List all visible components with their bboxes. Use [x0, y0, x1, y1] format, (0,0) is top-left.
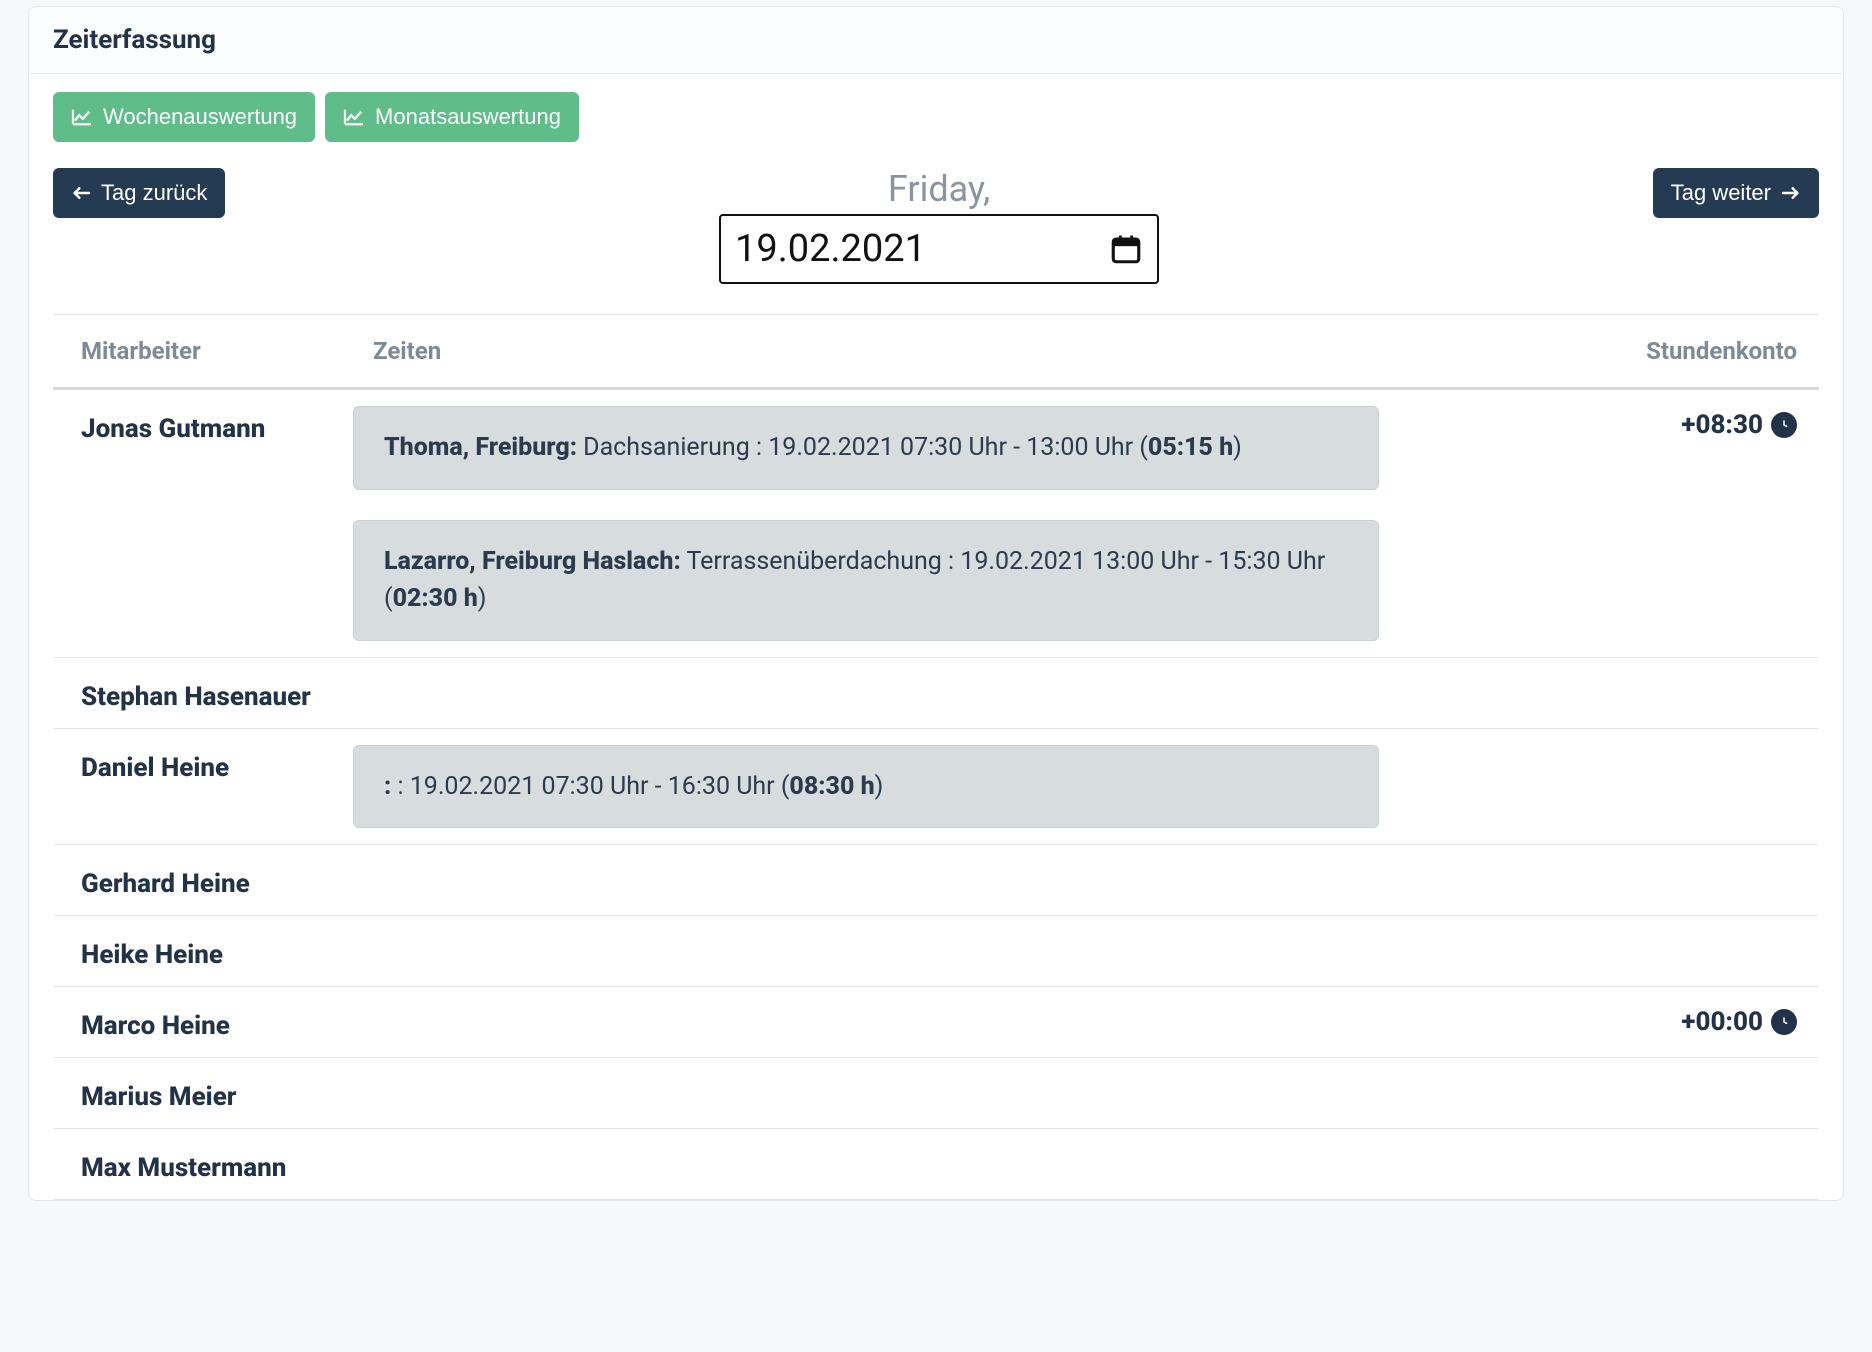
employee-times: Thoma, Freiburg: Dachsanierung : 19.02.2… [353, 406, 1579, 641]
hours-account [1579, 1145, 1819, 1149]
report-buttons: Wochenauswertung Monatsauswertung [53, 92, 1819, 142]
weekday-label: Friday, [888, 168, 990, 210]
employee-name: Daniel Heine [53, 745, 353, 783]
time-entry-tail: ) [1233, 433, 1242, 462]
weekly-report-button[interactable]: Wochenauswertung [53, 92, 315, 142]
hours-account [1579, 861, 1819, 865]
arrow-right-icon [1781, 185, 1801, 201]
table-row: Max Mustermann [53, 1129, 1819, 1200]
employee-times: : : 19.02.2021 07:30 Uhr - 16:30 Uhr (08… [353, 745, 1579, 829]
time-entry[interactable]: Thoma, Freiburg: Dachsanierung : 19.02.2… [353, 406, 1379, 490]
time-entry[interactable]: : : 19.02.2021 07:30 Uhr - 16:30 Uhr (08… [353, 745, 1379, 829]
time-entry-duration: 05:15 h [1148, 433, 1233, 462]
date-navigation: Tag zurück Friday, [53, 168, 1819, 284]
monthly-report-button[interactable]: Monatsauswertung [325, 92, 579, 142]
table-row: Gerhard Heine [53, 845, 1819, 916]
time-entry-location: Lazarro, Freiburg Haslach: [384, 547, 681, 576]
table-row: Marco Heine +00:00 [53, 987, 1819, 1058]
prev-day-label: Tag zurück [101, 180, 207, 206]
chart-line-icon [71, 108, 93, 126]
hours-account: +08:30 [1579, 406, 1819, 440]
next-day-button[interactable]: Tag weiter [1653, 168, 1819, 218]
clock-icon [1771, 412, 1797, 438]
employee-name: Stephan Hasenauer [53, 674, 353, 712]
hours-account-value: +08:30 [1681, 410, 1763, 440]
time-entry-tail: ) [478, 584, 487, 613]
hours-account [1579, 1074, 1819, 1078]
table-row: Marius Meier [53, 1058, 1819, 1129]
page-title: Zeiterfassung [53, 25, 1819, 55]
time-entry-location: Thoma, Freiburg: [384, 433, 577, 462]
col-header-times: Zeiten [353, 337, 1579, 365]
employee-name: Marius Meier [53, 1074, 353, 1112]
table-row: Jonas GutmannThoma, Freiburg: Dachsanier… [53, 390, 1819, 658]
weekly-report-label: Wochenauswertung [103, 104, 297, 130]
employee-name: Gerhard Heine [53, 861, 353, 899]
arrow-left-icon [71, 185, 91, 201]
time-entry[interactable]: Lazarro, Freiburg Haslach: Terrassenüber… [353, 520, 1379, 641]
monthly-report-label: Monatsauswertung [375, 104, 561, 130]
time-entry-desc: Dachsanierung : 19.02.2021 07:30 Uhr - 1… [577, 433, 1148, 462]
time-tracking-card: Zeiterfassung Wochenauswertung [28, 6, 1844, 1201]
time-entry-desc: : 19.02.2021 07:30 Uhr - 16:30 Uhr ( [391, 772, 789, 801]
employee-name: Heike Heine [53, 932, 353, 970]
next-day-label: Tag weiter [1671, 180, 1771, 206]
col-header-account: Stundenkonto [1579, 337, 1819, 365]
employee-name: Jonas Gutmann [53, 406, 353, 444]
card-header: Zeiterfassung [29, 7, 1843, 74]
time-entry-duration: 02:30 h [393, 584, 478, 613]
date-input[interactable] [735, 227, 1035, 271]
calendar-icon[interactable] [1109, 232, 1143, 266]
table-row: Stephan Hasenauer [53, 658, 1819, 729]
date-picker[interactable] [719, 214, 1159, 284]
table-row: Heike Heine [53, 916, 1819, 987]
hours-account-value: +00:00 [1681, 1007, 1763, 1037]
clock-icon [1771, 1009, 1797, 1035]
chart-line-icon [343, 108, 365, 126]
employee-rows: Jonas GutmannThoma, Freiburg: Dachsanier… [53, 390, 1819, 1200]
hours-account [1579, 745, 1819, 749]
hours-account [1579, 674, 1819, 678]
prev-day-button[interactable]: Tag zurück [53, 168, 225, 218]
employee-name: Marco Heine [53, 1003, 353, 1041]
table-row: Daniel Heine: : 19.02.2021 07:30 Uhr - 1… [53, 729, 1819, 846]
hours-account [1579, 932, 1819, 936]
table-header: Mitarbeiter Zeiten Stundenkonto [53, 314, 1819, 390]
time-entry-tail: ) [875, 772, 884, 801]
time-entry-duration: 08:30 h [789, 772, 874, 801]
card-body: Wochenauswertung Monatsauswertung [29, 74, 1843, 1200]
employee-name: Max Mustermann [53, 1145, 353, 1183]
hours-account: +00:00 [1579, 1003, 1819, 1037]
col-header-employee: Mitarbeiter [53, 337, 353, 365]
